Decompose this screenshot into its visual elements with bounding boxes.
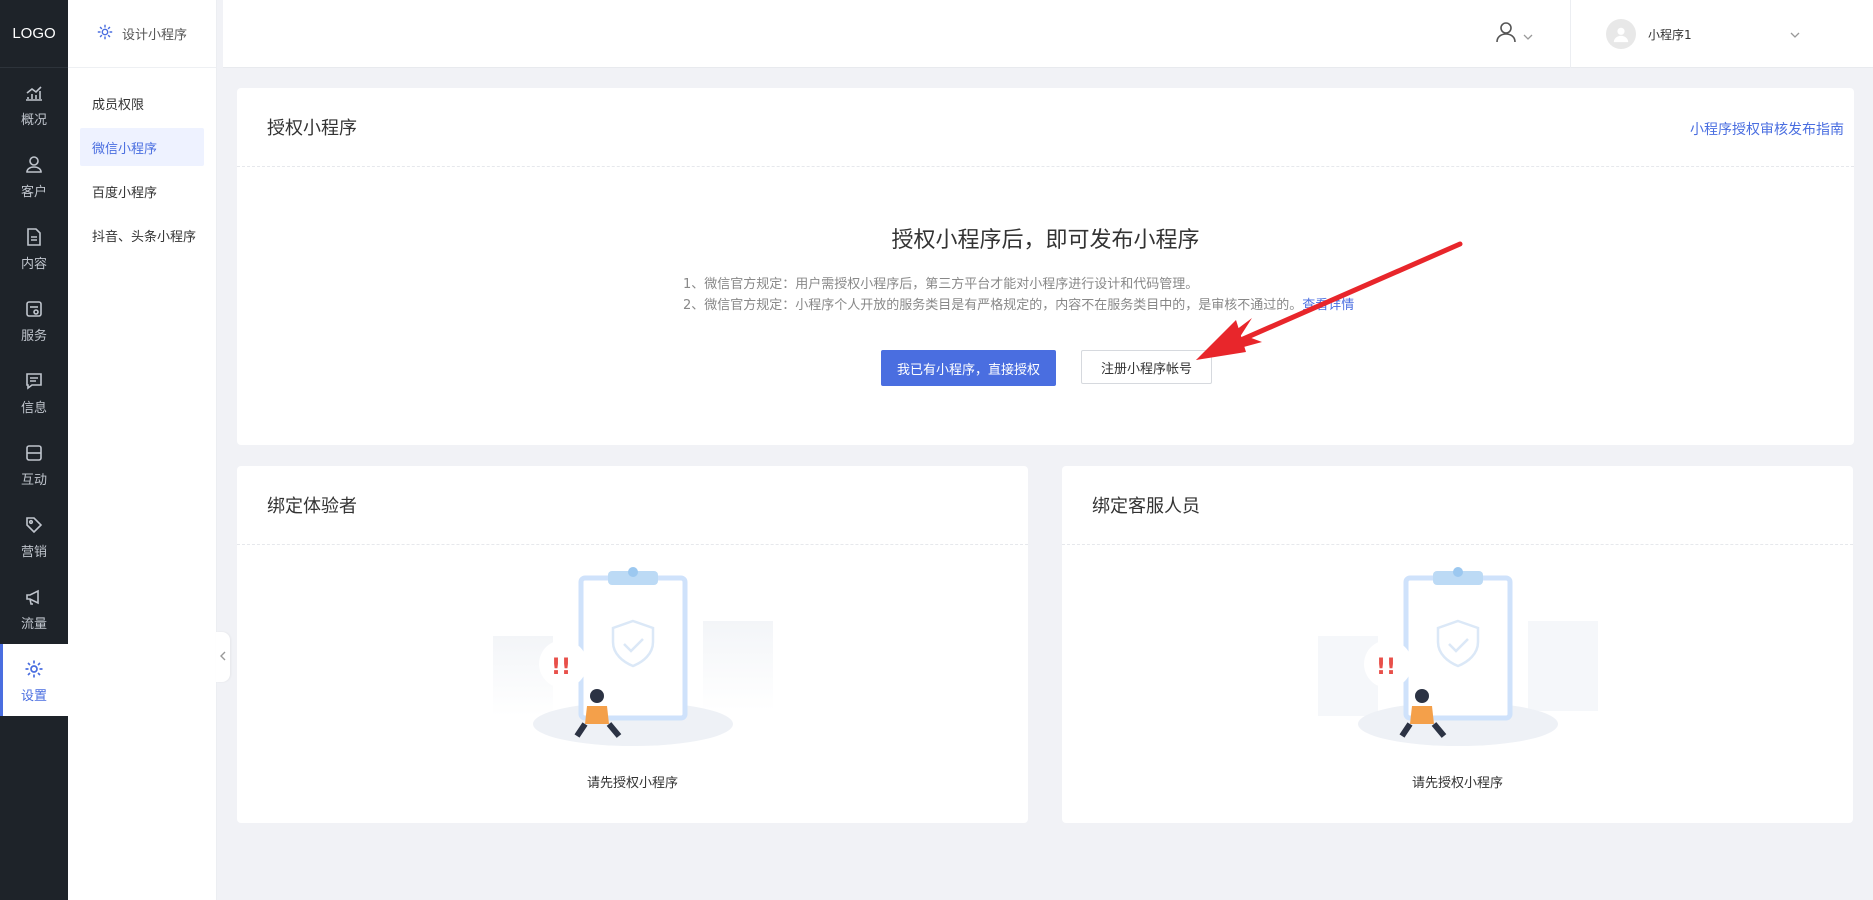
megaphone-icon	[22, 585, 46, 609]
nav-item-settings[interactable]: 设置	[0, 644, 68, 716]
account-switcher[interactable]: 小程序1	[1606, 16, 1800, 52]
nav-item-label: 信息	[20, 400, 47, 416]
service-icon	[22, 297, 46, 321]
account-name: 小程序1	[1648, 27, 1692, 42]
nav-item-label: 流量	[20, 616, 47, 632]
tag-icon	[22, 513, 46, 537]
chevron-down-icon	[1790, 27, 1800, 41]
chevron-left-icon	[219, 651, 227, 664]
nav-item-label: 设置	[20, 688, 47, 704]
publish-guide-link[interactable]: 小程序授权审核发布指南	[1690, 119, 1844, 139]
document-icon	[22, 225, 46, 249]
primary-nav-background: LOGO 概况 客户 内容 服务 信息 互动 营销 流量 设置	[0, 0, 68, 731]
secondary-nav-title: 设计小程序	[122, 28, 188, 43]
chevron-down-icon	[1523, 25, 1533, 44]
rule-1: 1、微信官方规定：用户需授权小程序后，第三方平台才能对小程序进行设计和代码管理。	[683, 277, 1199, 292]
nav-item-label: 内容	[20, 256, 47, 272]
header-divider	[1570, 0, 1571, 68]
design-gear-icon	[96, 23, 114, 45]
secondary-nav: 设计小程序 成员权限 微信小程序 百度小程序 抖音、头条小程序	[68, 0, 217, 900]
nav-item-label: 营销	[20, 544, 47, 560]
nav-item-label: 概况	[20, 112, 47, 128]
subnav-item-wechat-miniprogram[interactable]: 微信小程序	[80, 128, 204, 166]
view-details-link[interactable]: 查看详情	[1302, 298, 1354, 313]
authorize-rules: 1、微信官方规定：用户需授权小程序后，第三方平台才能对小程序进行设计和代码管理。…	[683, 274, 1354, 316]
authorize-card-title: 授权小程序	[237, 88, 1854, 167]
bind-tester-title: 绑定体验者	[237, 466, 1028, 545]
authorize-card: 授权小程序 小程序授权审核发布指南 授权小程序后，即可发布小程序 1、微信官方规…	[237, 88, 1854, 445]
bind-service-title: 绑定客服人员	[1062, 466, 1853, 545]
rule-2-line: 2、微信官方规定：小程序个人开放的服务类目是有严格规定的，内容不在服务类目中的，…	[683, 295, 1354, 316]
empty-state-illustration: !!	[492, 567, 773, 746]
logo[interactable]: LOGO	[0, 0, 68, 68]
empty-state-text: 请先授权小程序	[1411, 776, 1503, 791]
nav-item-label: 客户	[20, 184, 47, 200]
subnav-item-douyin-miniprogram[interactable]: 抖音、头条小程序	[80, 216, 204, 254]
svg-text:!!: !!	[551, 655, 571, 680]
authorize-existing-button[interactable]: 我已有小程序，直接授权	[881, 350, 1056, 386]
gear-icon	[22, 657, 46, 681]
chart-line-icon	[22, 81, 46, 105]
bind-tester-card: 绑定体验者 !! 请先授权小程序	[237, 466, 1028, 823]
game-icon	[22, 441, 46, 465]
nav-item-interaction[interactable]: 互动	[0, 428, 68, 500]
nav-item-service[interactable]: 服务	[0, 284, 68, 356]
secondary-nav-list: 成员权限 微信小程序 百度小程序 抖音、头条小程序	[68, 68, 216, 254]
message-icon	[22, 369, 46, 393]
svg-text:!!: !!	[1376, 655, 1396, 680]
register-account-button[interactable]: 注册小程序帐号	[1081, 350, 1212, 384]
nav-item-label: 服务	[20, 328, 47, 344]
nav-item-content[interactable]: 内容	[0, 212, 68, 284]
authorize-heading: 授权小程序后，即可发布小程序	[891, 228, 1200, 253]
user-icon	[22, 153, 46, 177]
primary-nav: LOGO 概况 客户 内容 服务 信息 互动 营销 流量 设置	[0, 0, 68, 900]
nav-item-customers[interactable]: 客户	[0, 140, 68, 212]
primary-nav-footer	[0, 731, 68, 900]
user-menu[interactable]	[1495, 20, 1555, 48]
top-header: 小程序1	[223, 0, 1873, 68]
sidebar-collapse-toggle[interactable]	[216, 632, 230, 682]
nav-item-marketing[interactable]: 营销	[0, 500, 68, 572]
empty-state-illustration: !!	[1317, 567, 1598, 746]
subnav-item-baidu-miniprogram[interactable]: 百度小程序	[80, 172, 204, 210]
user-outline-icon	[1495, 21, 1517, 47]
subnav-item-member-permissions[interactable]: 成员权限	[80, 84, 204, 122]
nav-item-label: 互动	[20, 472, 47, 488]
empty-state-text: 请先授权小程序	[586, 776, 678, 791]
avatar	[1606, 19, 1636, 49]
nav-item-messages[interactable]: 信息	[0, 356, 68, 428]
bind-service-card: 绑定客服人员 !! 请先授权小程序	[1062, 466, 1853, 823]
nav-item-traffic[interactable]: 流量	[0, 572, 68, 644]
secondary-nav-header: 设计小程序	[68, 0, 216, 68]
nav-item-overview[interactable]: 概况	[0, 68, 68, 140]
rule-2: 2、微信官方规定：小程序个人开放的服务类目是有严格规定的，内容不在服务类目中的，…	[683, 298, 1303, 313]
